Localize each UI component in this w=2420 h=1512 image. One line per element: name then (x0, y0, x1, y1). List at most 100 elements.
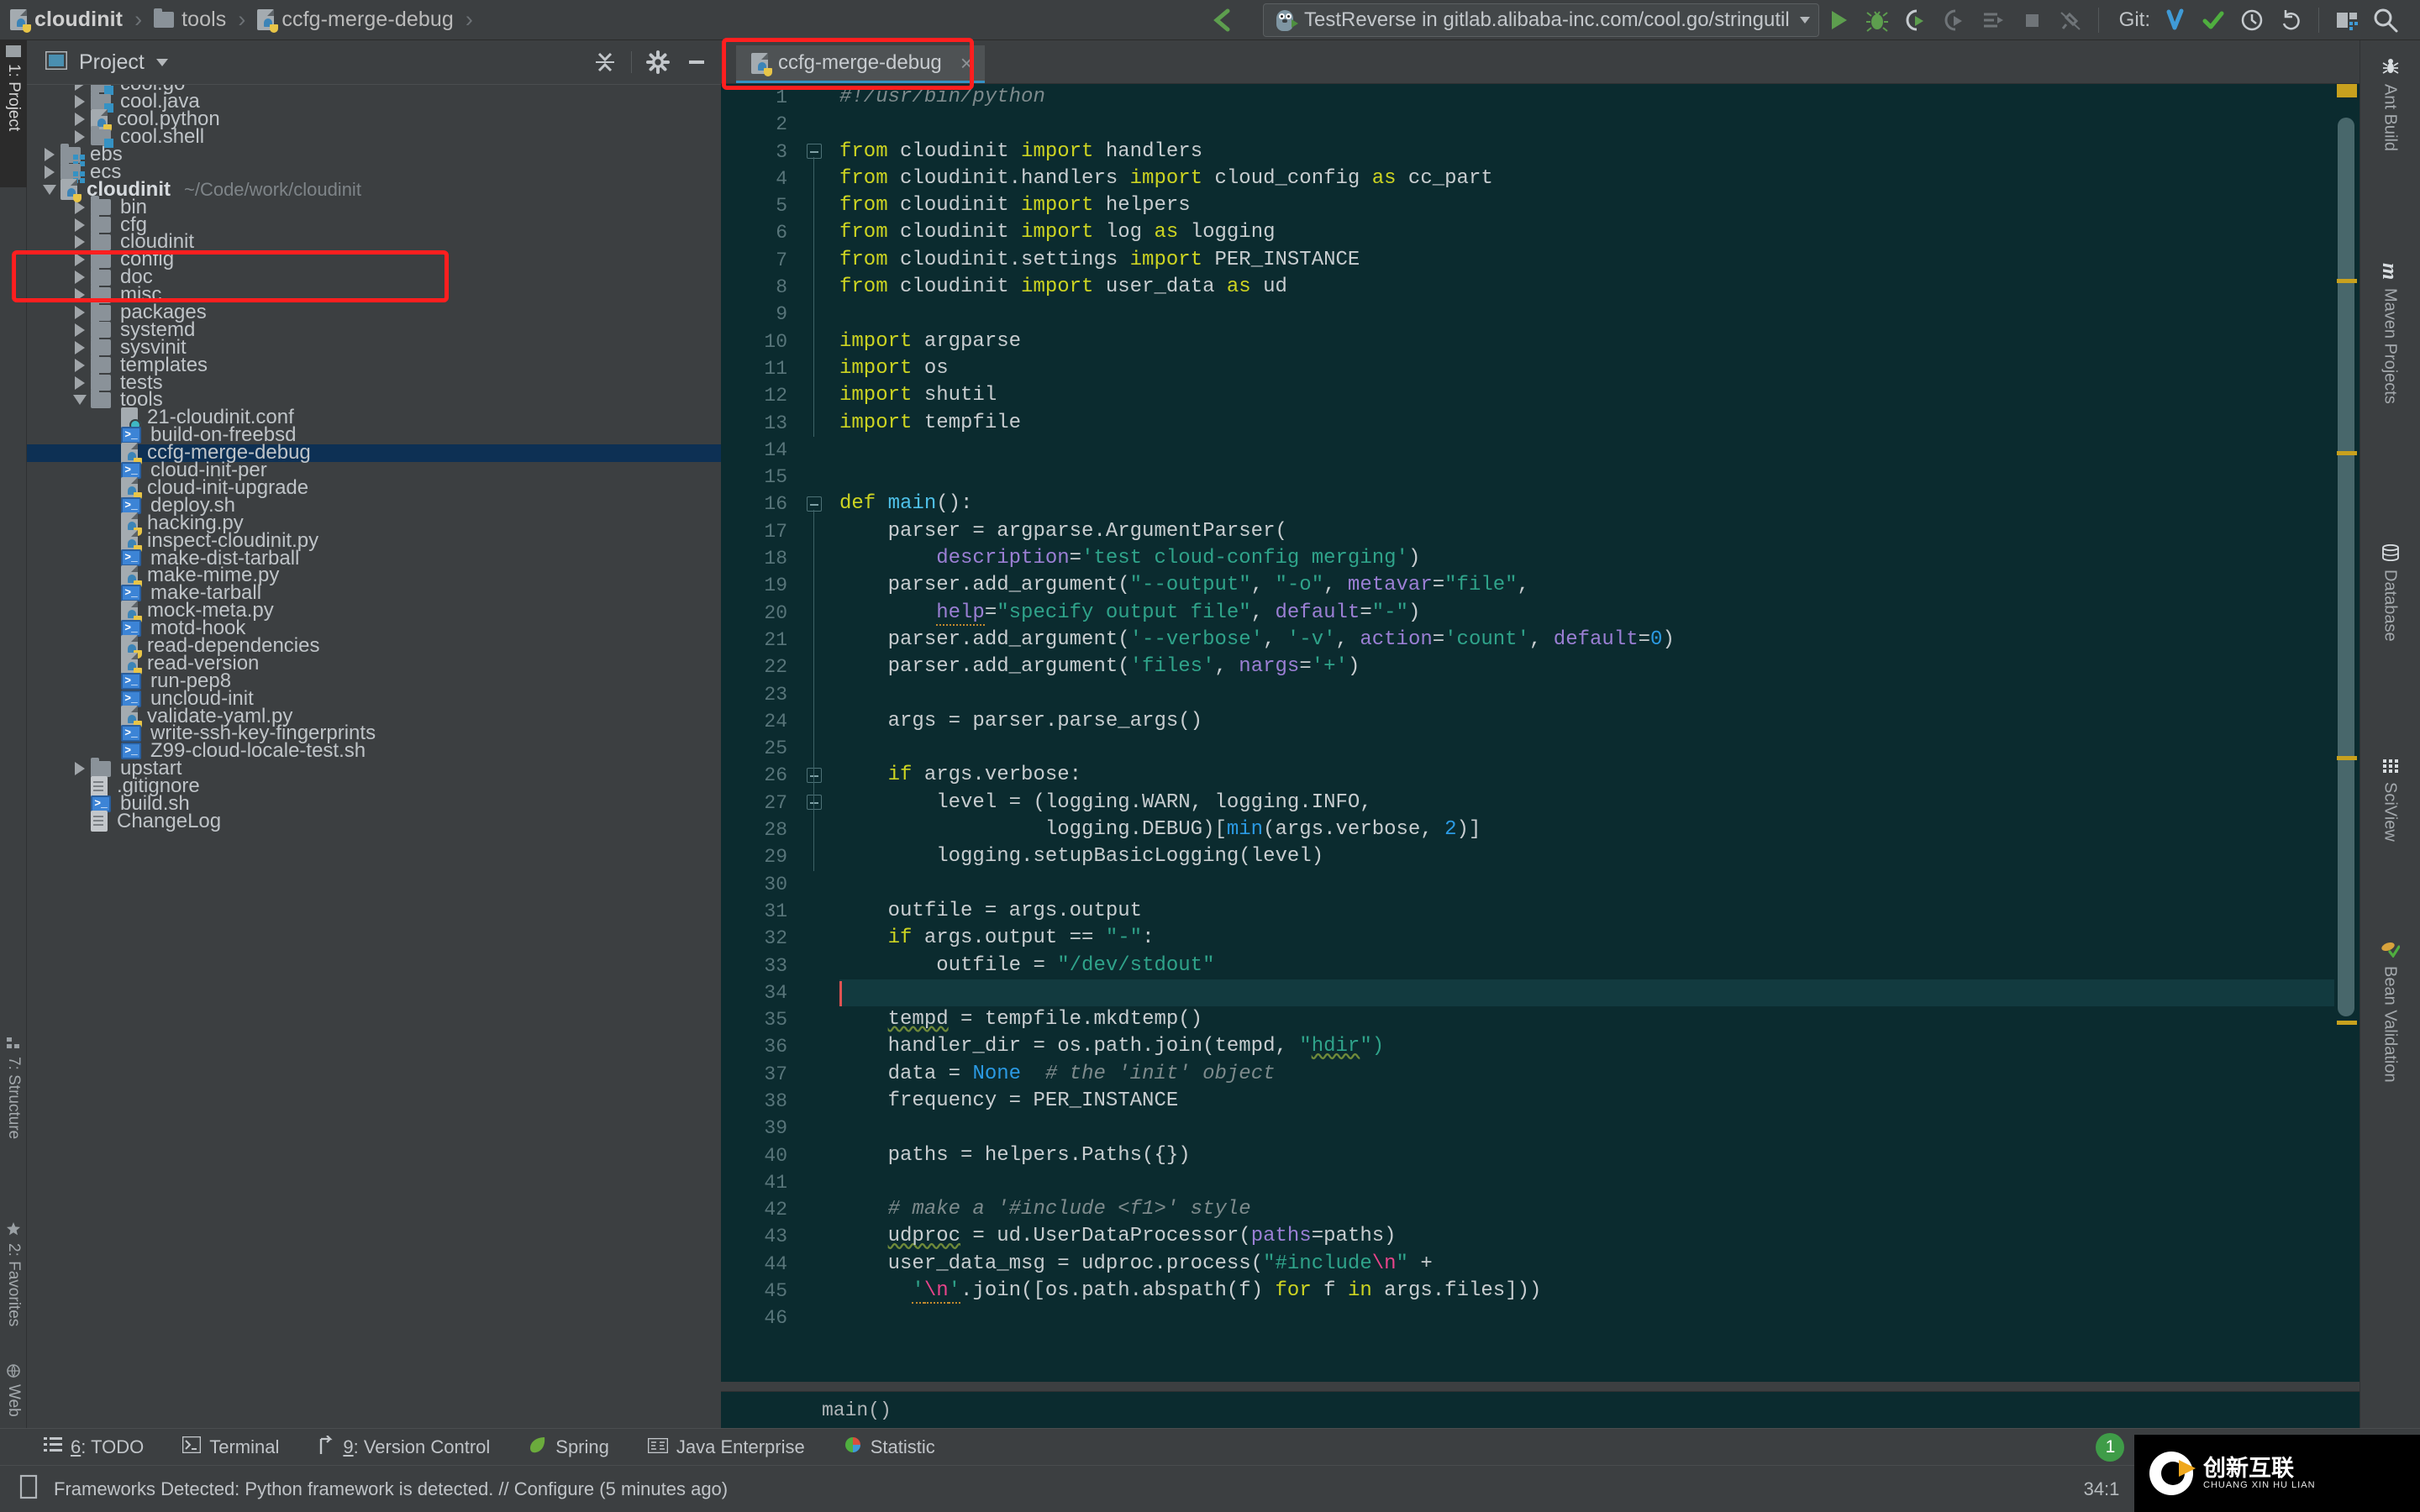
search-everywhere-icon[interactable] (2366, 1, 2405, 39)
code-line[interactable]: if args.verbose: (839, 762, 2360, 789)
code-line[interactable]: help="specify output file", default="-") (839, 600, 2360, 627)
tree-row-motd-hook[interactable]: >_motd-hook (27, 620, 721, 638)
code-line[interactable] (839, 301, 2360, 328)
sidebar-item-database[interactable]: Database (2360, 536, 2420, 729)
chevron-right-icon[interactable] (69, 306, 91, 319)
code-line[interactable]: '\n'.join([os.path.abspath(f) for f in a… (839, 1278, 2360, 1305)
tool-window-6-todo[interactable]: 6: TODO (44, 1436, 144, 1458)
code-line[interactable] (839, 464, 2360, 491)
code-line[interactable]: from cloudinit.settings import PER_INSTA… (839, 247, 2360, 274)
code-line[interactable]: import os (839, 355, 2360, 382)
hide-panel-icon[interactable] (679, 45, 714, 80)
sidebar-item-structure[interactable]: 7: Structure (0, 1032, 27, 1200)
tree-row-read-version[interactable]: read-version (27, 654, 721, 672)
code-content[interactable]: #!/usr/bin/python from cloudinit import h… (831, 84, 2360, 1382)
code-line[interactable]: parser.add_argument("--output", "-o", me… (839, 572, 2360, 599)
tree-row-cool-shell[interactable]: cool.shell (27, 129, 721, 146)
tree-row-run-pep8[interactable]: >_run-pep8 (27, 672, 721, 690)
tree-row-changelog[interactable]: ChangeLog (27, 812, 721, 830)
tree-row-cloud-init-per[interactable]: >_cloud-init-per (27, 462, 721, 480)
tool-window-terminal[interactable]: Terminal (182, 1436, 279, 1458)
chevron-right-icon[interactable] (39, 165, 60, 179)
rerun-icon[interactable] (1974, 1, 2012, 39)
sidebar-item-ant-build[interactable]: Ant Build (2360, 49, 2420, 234)
code-line[interactable]: logging.DEBUG)[min(args.verbose, 2)] (839, 816, 2360, 843)
code-line[interactable]: import shutil (839, 382, 2360, 409)
tool-window-spring[interactable]: Spring (529, 1436, 609, 1459)
code-line[interactable] (839, 681, 2360, 708)
code-folding-gutter[interactable] (801, 84, 831, 1382)
chevron-right-icon[interactable] (69, 253, 91, 266)
sidebar-item-bean-validation[interactable]: Bean Validation (2360, 931, 2420, 1183)
tree-row-write-ssh-key-fingerprints[interactable]: >_write-ssh-key-fingerprints (27, 725, 721, 743)
tool-window-9-version-control[interactable]: 9: Version Control (318, 1436, 490, 1459)
stripe-marker[interactable] (2337, 1021, 2357, 1025)
chevron-right-icon[interactable] (69, 218, 91, 232)
code-line[interactable]: user_data_msg = udproc.process("#include… (839, 1251, 2360, 1278)
chevron-right-icon[interactable] (69, 84, 91, 91)
stop-icon[interactable] (2012, 1, 2051, 39)
tree-row-cloud-init-upgrade[interactable]: cloud-init-upgrade (27, 479, 721, 496)
close-icon[interactable]: × (960, 52, 973, 74)
editor-scrollbar-thumb[interactable] (2338, 118, 2354, 1016)
code-line[interactable]: frequency = PER_INSTANCE (839, 1088, 2360, 1115)
tree-row-make-dist-tarball[interactable]: >_make-dist-tarball (27, 549, 721, 567)
code-line[interactable] (839, 111, 2360, 138)
update-project-icon[interactable] (2155, 1, 2194, 39)
breadcrumb-item-cloudinit[interactable]: cloudinit (0, 0, 126, 40)
navigate-back-icon[interactable] (1202, 1, 1241, 39)
code-line[interactable]: paths = helpers.Paths({}) (839, 1142, 2360, 1169)
commit-icon[interactable] (2194, 1, 2233, 39)
code-line[interactable]: description='test cloud-config merging') (839, 545, 2360, 572)
code-line[interactable]: data = None # the 'init' object (839, 1061, 2360, 1088)
code-fold-toggle[interactable] (807, 496, 823, 513)
tree-row-make-tarball[interactable]: >_make-tarball (27, 585, 721, 602)
tree-row-deploy-sh[interactable]: >_deploy.sh (27, 496, 721, 514)
code-line[interactable] (839, 979, 2360, 1006)
tree-row-mock-meta-py[interactable]: mock-meta.py (27, 602, 721, 620)
code-line[interactable]: if args.output == "-": (839, 925, 2360, 952)
chevron-right-icon[interactable] (69, 130, 91, 144)
code-line[interactable]: from cloudinit import helpers (839, 192, 2360, 219)
chevron-right-icon[interactable] (69, 762, 91, 775)
tree-row-uncloud-init[interactable]: >_uncloud-init (27, 690, 721, 707)
code-fold-toggle[interactable] (807, 144, 823, 160)
settings-structure-icon[interactable] (2328, 1, 2366, 39)
tool-window-java-enterprise[interactable]: Java Enterprise (648, 1436, 805, 1458)
code-fold-toggle[interactable] (807, 768, 823, 785)
code-line[interactable]: outfile = args.output (839, 898, 2360, 925)
tree-row-read-dependencies[interactable]: read-dependencies (27, 638, 721, 655)
code-line[interactable]: from cloudinit import log as logging (839, 219, 2360, 246)
code-line[interactable]: args = parser.parse_args() (839, 708, 2360, 735)
breadcrumb-item-ccfg-merge-debug[interactable]: ccfg-merge-debug (247, 0, 456, 40)
tree-row-hacking-py[interactable]: hacking.py (27, 514, 721, 532)
breadcrumb-item-tools[interactable]: tools (144, 0, 229, 40)
chevron-down-icon[interactable] (39, 185, 60, 195)
tree-row-21-cloudinit-conf[interactable]: 21-cloudinit.conf (27, 409, 721, 427)
run-with-coverage-icon[interactable] (1897, 1, 1935, 39)
code-line[interactable]: tempd = tempfile.mkdtemp() (839, 1006, 2360, 1033)
code-line[interactable]: parser.add_argument('--verbose', '-v', a… (839, 627, 2360, 654)
chevron-down-icon[interactable] (1800, 17, 1810, 24)
code-line[interactable]: # make a '#include <f1>' style (839, 1196, 2360, 1223)
rollback-icon[interactable] (2271, 1, 2310, 39)
status-message[interactable]: Frameworks Detected: Python framework is… (54, 1478, 728, 1500)
chevron-right-icon[interactable] (69, 359, 91, 372)
chevron-right-icon[interactable] (39, 148, 60, 161)
history-icon[interactable] (2233, 1, 2271, 39)
chevron-right-icon[interactable] (69, 376, 91, 390)
stripe-marker[interactable] (2337, 451, 2357, 455)
sidebar-item-project[interactable]: 1: Project (0, 40, 27, 187)
project-tree[interactable]: cool.gocool.javacool.pythoncool.shellebs… (27, 84, 721, 1428)
debug-icon[interactable] (1858, 1, 1897, 39)
stripe-marker[interactable] (2337, 756, 2357, 760)
stripe-marker[interactable] (2337, 279, 2357, 283)
code-line[interactable]: #!/usr/bin/python (839, 84, 2360, 111)
chevron-right-icon[interactable] (69, 113, 91, 126)
code-line[interactable] (839, 1305, 2360, 1331)
chevron-right-icon[interactable] (69, 235, 91, 249)
code-editor[interactable]: 1234567891011121314151617181920212223242… (721, 84, 2360, 1382)
editor-error-stripe[interactable] (2334, 84, 2360, 1382)
code-line[interactable] (839, 1115, 2360, 1142)
chevron-down-icon[interactable] (156, 59, 168, 66)
